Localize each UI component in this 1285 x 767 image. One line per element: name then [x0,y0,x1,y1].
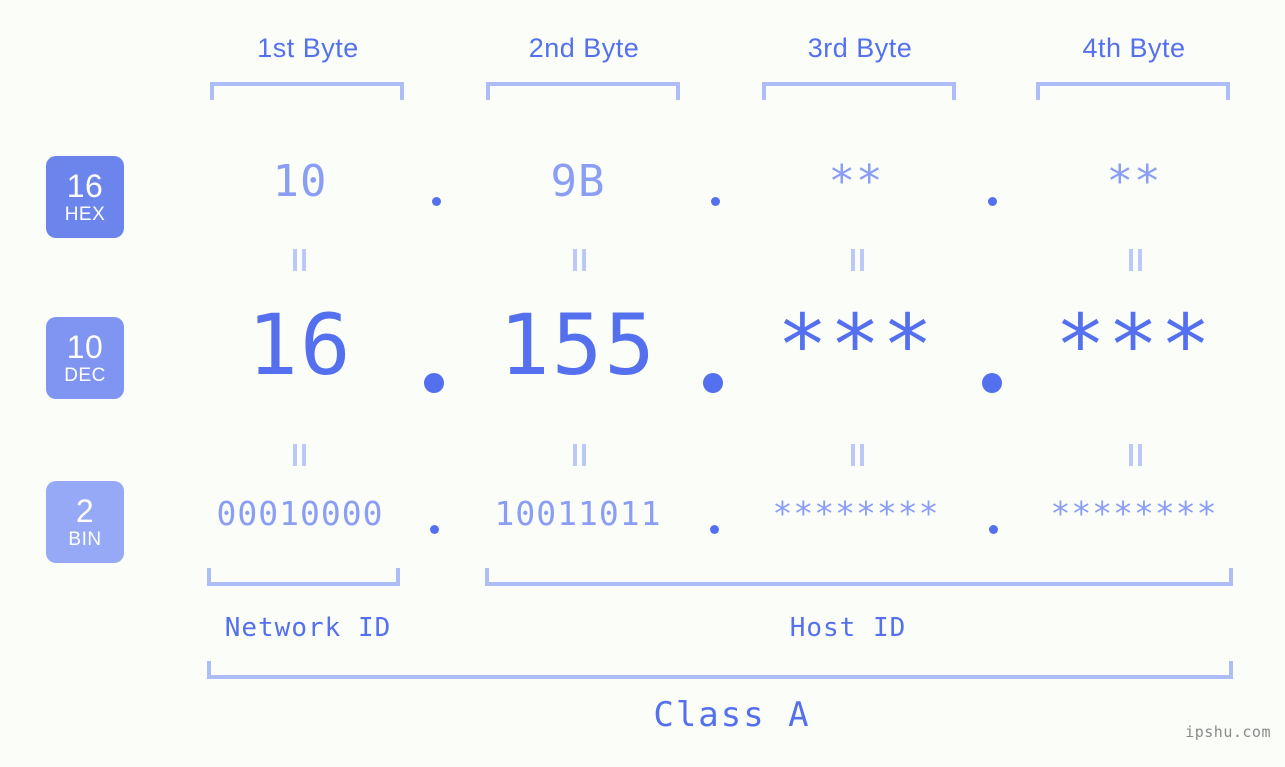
byte-bracket-1 [210,82,404,100]
watermark: ipshu.com [1185,723,1271,741]
dec-byte-4: *** [1055,296,1213,394]
bin-byte-1: 00010000 [216,494,384,533]
dec-byte-1: 16 [247,296,353,394]
dec-separator-dot-3 [982,373,1002,393]
equivalence-mark-hex-dec-3 [851,249,865,271]
hex-separator-dot-1 [432,197,441,206]
equivalence-mark-dec-bin-1 [293,444,307,466]
byte-bracket-3 [762,82,956,100]
byte-header-2: 2nd Byte [528,33,640,63]
network-id-label: Network ID [224,613,392,643]
byte-bracket-4 [1036,82,1230,100]
dec-separator-dot-1 [424,373,444,393]
hex-byte-1: 10 [272,156,328,207]
base-badge-bin-name: BIN [68,529,102,550]
base-badge-dec: 10 DEC [46,317,124,399]
bin-byte-2: 10011011 [494,494,662,533]
equivalence-mark-hex-dec-4 [1129,249,1143,271]
base-badge-bin-number: 2 [75,493,95,529]
byte-bracket-2 [486,82,680,100]
equivalence-mark-dec-bin-2 [573,444,587,466]
hex-separator-dot-3 [988,197,997,206]
bin-separator-dot-2 [710,525,719,534]
hex-byte-4: ** [1106,156,1162,207]
dec-byte-2: 155 [499,296,657,394]
hex-separator-dot-2 [711,197,720,206]
byte-header-3: 3rd Byte [807,33,913,63]
network-id-bracket [207,568,400,586]
equivalence-mark-hex-dec-2 [573,249,587,271]
base-badge-hex-name: HEX [64,204,106,225]
byte-header-1: 1st Byte [257,33,359,63]
base-badge-dec-name: DEC [64,365,106,386]
bin-byte-4: ******** [1050,494,1218,533]
dec-byte-3: *** [777,296,935,394]
hex-byte-2: 9B [550,156,606,207]
host-id-bracket [485,568,1233,586]
dec-separator-dot-2 [703,373,723,393]
bin-separator-dot-1 [430,525,439,534]
equivalence-mark-dec-bin-3 [851,444,865,466]
host-id-label: Host ID [789,613,907,643]
equivalence-mark-hex-dec-1 [293,249,307,271]
bin-separator-dot-3 [989,525,998,534]
hex-byte-3: ** [828,156,884,207]
ip-address-diagram: 1st Byte 2nd Byte 3rd Byte 4th Byte 16 H… [0,0,1285,767]
base-badge-hex-number: 16 [66,168,104,204]
class-label: Class A [653,695,811,735]
equivalence-mark-dec-bin-4 [1129,444,1143,466]
base-badge-hex: 16 HEX [46,156,124,238]
class-bracket [207,661,1233,679]
byte-header-4: 4th Byte [1082,33,1186,63]
bin-byte-3: ******** [772,494,940,533]
base-badge-bin: 2 BIN [46,481,124,563]
base-badge-dec-number: 10 [66,329,104,365]
